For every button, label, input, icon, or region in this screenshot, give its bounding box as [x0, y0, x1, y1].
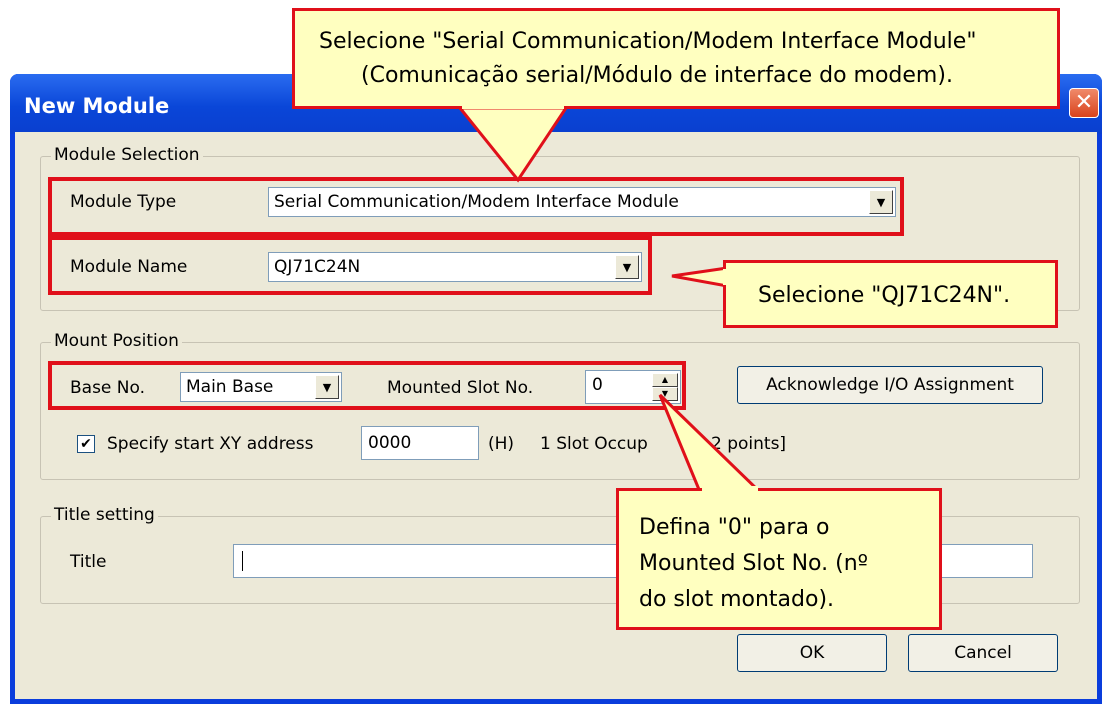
callout-cover-3 — [702, 486, 758, 492]
